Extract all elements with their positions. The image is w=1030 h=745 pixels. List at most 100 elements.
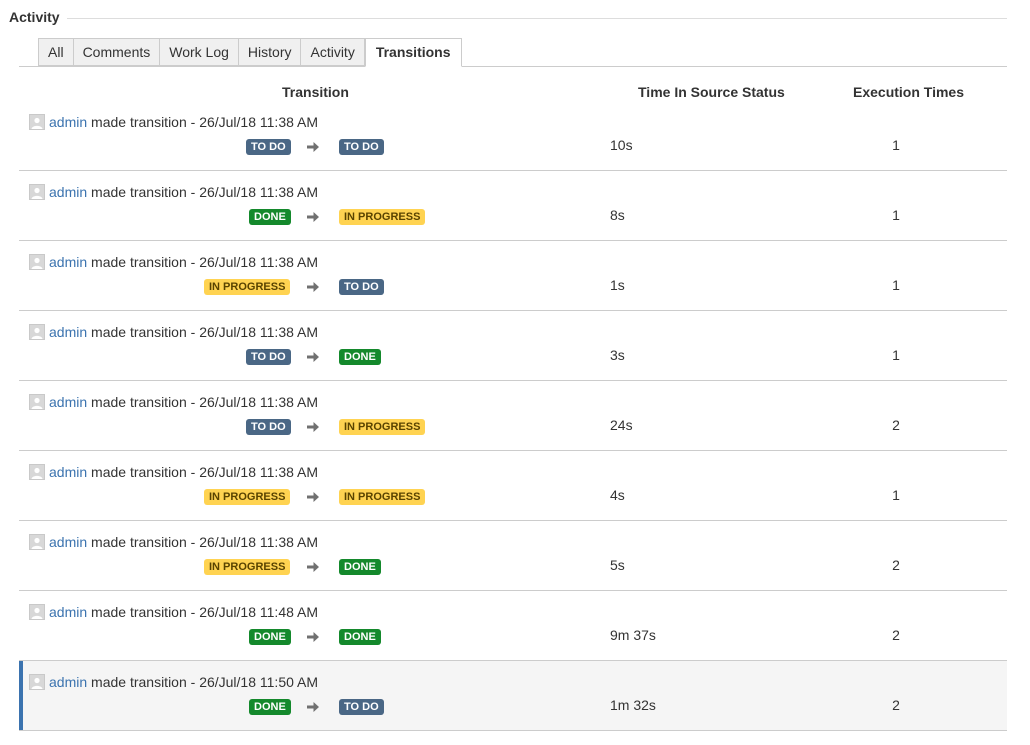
table-row[interactable]: admin made transition - 26/Jul/18 11:38 … <box>19 101 1007 171</box>
from-status-lozenge: DONE <box>249 209 291 225</box>
user-avatar-icon[interactable] <box>29 674 45 690</box>
time-in-source-status: 10s <box>610 137 633 153</box>
user-avatar-icon[interactable] <box>29 184 45 200</box>
user-link[interactable]: admin <box>49 184 87 200</box>
from-status-lozenge: IN PROGRESS <box>204 489 291 505</box>
from-status-lozenge: TO DO <box>246 139 291 155</box>
tab-history[interactable]: History <box>237 38 301 66</box>
transition-summary: admin made transition - 26/Jul/18 11:38 … <box>49 534 318 551</box>
transition-text: made transition - 26/Jul/18 11:38 AM <box>87 184 319 200</box>
tab-all[interactable]: All <box>38 38 73 66</box>
section-divider <box>67 18 1007 19</box>
time-in-source-status: 5s <box>610 557 625 573</box>
transition-text: made transition - 26/Jul/18 11:38 AM <box>87 394 319 410</box>
transitions-table-body: admin made transition - 26/Jul/18 11:38 … <box>19 101 1007 731</box>
right-arrow-icon <box>306 139 320 155</box>
transition-text: made transition - 26/Jul/18 11:38 AM <box>87 534 319 550</box>
user-avatar-icon[interactable] <box>29 324 45 340</box>
table-row[interactable]: admin made transition - 26/Jul/18 11:50 … <box>19 661 1007 731</box>
transition-text: made transition - 26/Jul/18 11:38 AM <box>87 114 319 130</box>
from-status-lozenge: TO DO <box>246 349 291 365</box>
transition-text: made transition - 26/Jul/18 11:38 AM <box>87 254 319 270</box>
to-status-lozenge: IN PROGRESS <box>339 419 426 435</box>
column-header-transition[interactable]: Transition <box>282 84 349 100</box>
from-status-lozenge: DONE <box>249 699 291 715</box>
from-status-lozenge: DONE <box>249 629 291 645</box>
user-link[interactable]: admin <box>49 464 87 480</box>
right-arrow-icon <box>306 629 320 645</box>
transition-summary: admin made transition - 26/Jul/18 11:48 … <box>49 604 318 621</box>
execution-times: 2 <box>892 697 900 713</box>
time-in-source-status: 9m 37s <box>610 627 656 643</box>
user-link[interactable]: admin <box>49 674 87 690</box>
transition-summary: admin made transition - 26/Jul/18 11:38 … <box>49 254 318 271</box>
from-status-lozenge: TO DO <box>246 419 291 435</box>
transition-summary: admin made transition - 26/Jul/18 11:38 … <box>49 114 318 131</box>
table-row[interactable]: admin made transition - 26/Jul/18 11:38 … <box>19 381 1007 451</box>
time-in-source-status: 1s <box>610 277 625 293</box>
to-status-lozenge: DONE <box>339 559 381 575</box>
transition-summary: admin made transition - 26/Jul/18 11:38 … <box>49 464 318 481</box>
table-row[interactable]: admin made transition - 26/Jul/18 11:38 … <box>19 171 1007 241</box>
table-row[interactable]: admin made transition - 26/Jul/18 11:38 … <box>19 311 1007 381</box>
user-link[interactable]: admin <box>49 394 87 410</box>
table-row[interactable]: admin made transition - 26/Jul/18 11:38 … <box>19 451 1007 521</box>
transition-text: made transition - 26/Jul/18 11:50 AM <box>87 674 319 690</box>
tab-comments[interactable]: Comments <box>72 38 160 66</box>
to-status-lozenge: DONE <box>339 349 381 365</box>
user-link[interactable]: admin <box>49 114 87 130</box>
from-status-lozenge: IN PROGRESS <box>204 279 291 295</box>
user-link[interactable]: admin <box>49 254 87 270</box>
transition-summary: admin made transition - 26/Jul/18 11:38 … <box>49 324 318 341</box>
user-avatar-icon[interactable] <box>29 114 45 130</box>
table-row[interactable]: admin made transition - 26/Jul/18 11:38 … <box>19 521 1007 591</box>
user-avatar-icon[interactable] <box>29 254 45 270</box>
right-arrow-icon <box>306 419 320 435</box>
to-status-lozenge: TO DO <box>339 699 384 715</box>
time-in-source-status: 8s <box>610 207 625 223</box>
execution-times: 1 <box>892 277 900 293</box>
user-avatar-icon[interactable] <box>29 534 45 550</box>
transition-text: made transition - 26/Jul/18 11:38 AM <box>87 464 319 480</box>
transition-summary: admin made transition - 26/Jul/18 11:50 … <box>49 674 318 691</box>
execution-times: 1 <box>892 487 900 503</box>
execution-times: 1 <box>892 347 900 363</box>
execution-times: 2 <box>892 627 900 643</box>
selected-row-indicator <box>19 661 23 730</box>
tab-transitions[interactable]: Transitions <box>364 38 462 67</box>
time-in-source-status: 3s <box>610 347 625 363</box>
user-avatar-icon[interactable] <box>29 604 45 620</box>
user-link[interactable]: admin <box>49 604 87 620</box>
tabs-divider <box>19 66 1007 67</box>
right-arrow-icon <box>306 209 320 225</box>
to-status-lozenge: IN PROGRESS <box>339 489 426 505</box>
right-arrow-icon <box>306 279 320 295</box>
user-link[interactable]: admin <box>49 534 87 550</box>
right-arrow-icon <box>306 699 320 715</box>
transition-summary: admin made transition - 26/Jul/18 11:38 … <box>49 394 318 411</box>
section-title: Activity <box>9 9 60 25</box>
right-arrow-icon <box>306 489 320 505</box>
transition-text: made transition - 26/Jul/18 11:48 AM <box>87 604 319 620</box>
column-header-time-in-source-status[interactable]: Time In Source Status <box>638 84 785 100</box>
user-avatar-icon[interactable] <box>29 464 45 480</box>
activity-tabs: All Comments Work Log History Activity Transi… <box>38 38 462 67</box>
tab-activity[interactable]: Activity <box>300 38 365 66</box>
right-arrow-icon <box>306 559 320 575</box>
table-row[interactable]: admin made transition - 26/Jul/18 11:48 … <box>19 591 1007 661</box>
activity-section-header: Activity <box>9 8 1007 28</box>
column-header-execution-times[interactable]: Execution Times <box>853 84 964 100</box>
time-in-source-status: 4s <box>610 487 625 503</box>
to-status-lozenge: TO DO <box>339 279 384 295</box>
from-status-lozenge: IN PROGRESS <box>204 559 291 575</box>
table-row[interactable]: admin made transition - 26/Jul/18 11:38 … <box>19 241 1007 311</box>
time-in-source-status: 1m 32s <box>610 697 656 713</box>
execution-times: 1 <box>892 207 900 223</box>
execution-times: 1 <box>892 137 900 153</box>
tab-work-log[interactable]: Work Log <box>159 38 238 66</box>
to-status-lozenge: DONE <box>339 629 381 645</box>
user-link[interactable]: admin <box>49 324 87 340</box>
time-in-source-status: 24s <box>610 417 633 433</box>
execution-times: 2 <box>892 417 900 433</box>
user-avatar-icon[interactable] <box>29 394 45 410</box>
